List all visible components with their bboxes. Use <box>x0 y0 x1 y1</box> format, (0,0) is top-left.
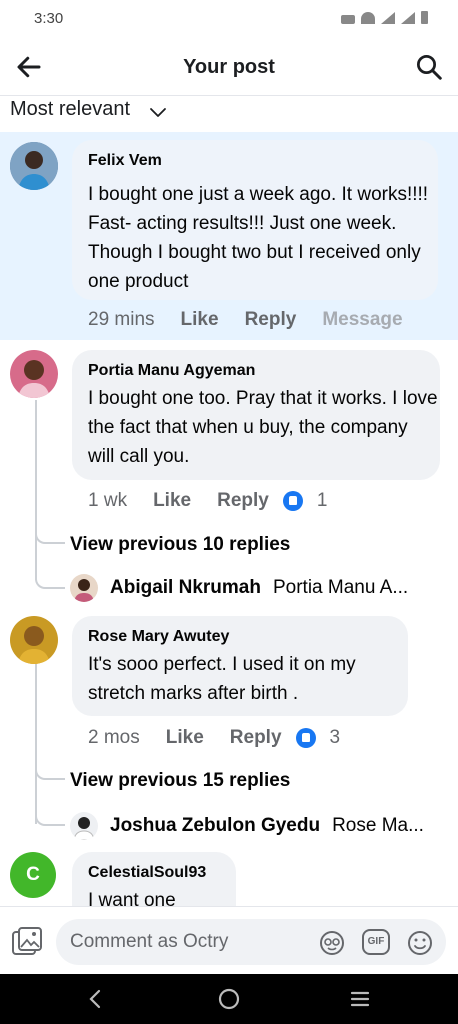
comment-text: I bought one just a week ago. It works!!… <box>88 184 429 292</box>
person-icon <box>70 574 98 602</box>
thread-connector <box>35 756 65 780</box>
comment-actions: 2 mos Like Reply 3 <box>88 727 340 749</box>
reaction-count[interactable]: 1 <box>317 490 328 512</box>
sort-dropdown[interactable]: Most relevant <box>0 96 458 132</box>
status-time: 3:30 <box>34 10 64 27</box>
photo-icon[interactable] <box>10 925 44 959</box>
comment-actions: 29 mins Like Reply Message <box>88 309 403 331</box>
latest-reply[interactable]: Abigail Nkrumah Portia Manu A... <box>70 574 408 602</box>
avatar-letter: C <box>26 864 40 885</box>
avatar <box>70 812 98 840</box>
reply-preview: Rose Ma... <box>332 815 424 836</box>
reply-with-reactions: Reply 3 <box>230 727 340 749</box>
page-title: Your post <box>183 56 275 78</box>
comment-text: It's sooo perfect. I used it on my stret… <box>88 654 356 704</box>
avatar[interactable] <box>10 616 58 664</box>
comment-placeholder: Comment as Octry <box>70 931 229 952</box>
like-button[interactable]: Like <box>166 727 204 749</box>
like-reaction-icon[interactable] <box>295 728 316 748</box>
comment-time[interactable]: 2 mos <box>88 727 140 749</box>
search-icon[interactable] <box>414 52 444 82</box>
comment-input[interactable]: Comment as Octry GIF <box>56 919 446 965</box>
thread-line <box>35 664 37 824</box>
reply-author: Joshua Zebulon Gyedu <box>110 815 321 836</box>
signal-icon <box>381 12 395 24</box>
view-previous-replies[interactable]: View previous 15 replies <box>70 770 290 792</box>
gif-icon[interactable]: GIF <box>362 929 390 955</box>
reply-author: Abigail Nkrumah <box>110 577 261 598</box>
like-reaction-icon[interactable] <box>282 491 303 511</box>
vibrate-icon <box>341 15 355 24</box>
comment-composer: Comment as Octry GIF <box>0 906 458 974</box>
reply-button[interactable]: Reply <box>217 490 269 512</box>
reply-preview: Portia Manu A... <box>272 577 409 598</box>
comment-actions: 1 wk Like Reply 1 <box>88 490 327 512</box>
emoji-icon[interactable] <box>406 929 434 957</box>
comment-text: I bought one too. Pray that it works. I … <box>88 388 438 467</box>
comment-bubble[interactable]: Felix Vem I bought one just a week ago. … <box>72 140 438 300</box>
avatar <box>70 574 98 602</box>
system-nav-bar <box>0 974 458 1024</box>
header: Your post <box>0 38 458 96</box>
reaction-count[interactable]: 3 <box>330 727 341 749</box>
battery-icon <box>421 11 428 24</box>
wifi-icon <box>361 12 375 24</box>
status-icons <box>341 11 428 24</box>
person-icon <box>10 350 58 398</box>
like-button[interactable]: Like <box>181 309 219 331</box>
thread-line <box>35 400 37 580</box>
avatar[interactable]: C <box>10 852 56 898</box>
avatar[interactable] <box>10 350 58 398</box>
comment-author[interactable]: Felix Vem <box>88 152 162 170</box>
back-nav-icon[interactable] <box>84 987 108 1011</box>
chevron-down-icon <box>150 108 166 117</box>
status-bar: 3:30 <box>0 0 458 38</box>
comment-author[interactable]: CelestialSoul93 <box>88 864 206 882</box>
comment-author[interactable]: Rose Mary Awutey <box>88 628 229 646</box>
home-nav-icon[interactable] <box>217 987 241 1011</box>
comment-bubble[interactable]: Rose Mary Awutey It's sooo perfect. I us… <box>72 616 408 716</box>
thread-connector <box>35 520 65 544</box>
view-previous-replies[interactable]: View previous 10 replies <box>70 534 290 556</box>
recents-nav-icon[interactable] <box>348 987 372 1011</box>
person-icon <box>70 812 98 840</box>
gif-label: GIF <box>367 936 385 947</box>
person-icon <box>10 616 58 664</box>
thread-connector <box>35 802 65 826</box>
reply-button[interactable]: Reply <box>245 309 297 331</box>
latest-reply[interactable]: Joshua Zebulon Gyedu Rose Ma... <box>70 812 424 840</box>
highlighted-comment: Felix Vem I bought one just a week ago. … <box>0 132 458 340</box>
thread-connector <box>35 565 65 589</box>
signal-icon-2 <box>401 12 415 24</box>
avatar-sticker-icon[interactable] <box>318 929 346 957</box>
comment-bubble[interactable]: Portia Manu Agyeman I bought one too. Pr… <box>72 350 440 480</box>
message-button[interactable]: Message <box>322 309 402 331</box>
avatar[interactable] <box>10 142 58 190</box>
reply-button[interactable]: Reply <box>230 727 282 749</box>
comment-time[interactable]: 1 wk <box>88 490 127 512</box>
comment-author[interactable]: Portia Manu Agyeman <box>88 362 255 380</box>
reply-with-reactions: Reply 1 <box>217 490 327 512</box>
person-icon <box>10 142 58 190</box>
comment-time[interactable]: 29 mins <box>88 309 155 331</box>
like-button[interactable]: Like <box>153 490 191 512</box>
sort-label: Most relevant <box>10 98 131 120</box>
